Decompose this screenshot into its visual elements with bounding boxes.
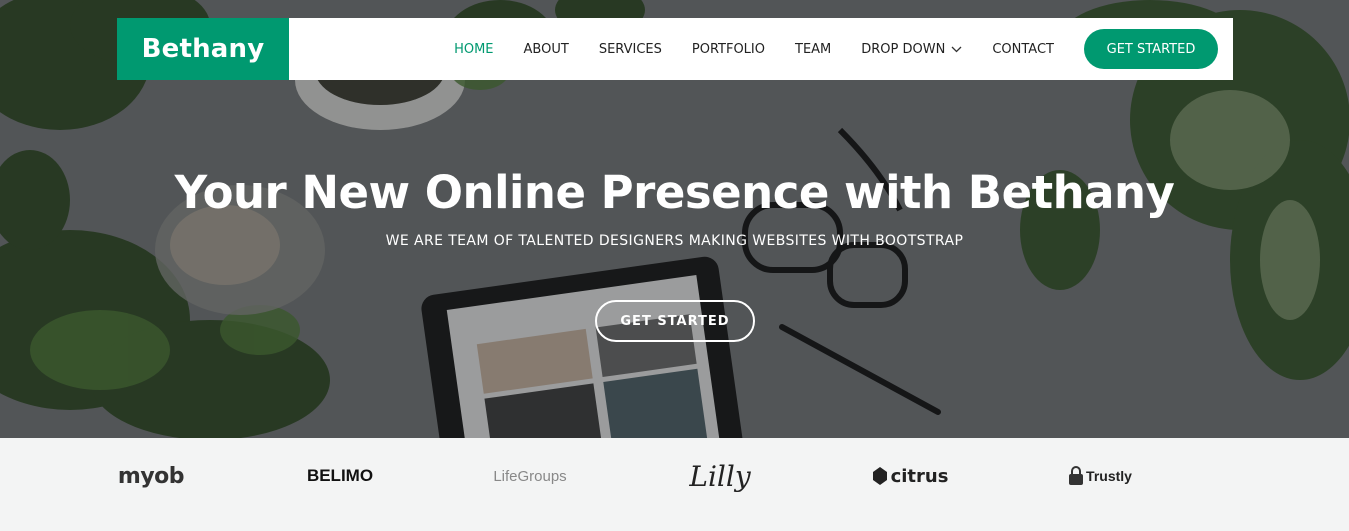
hero-subtitle: WE ARE TEAM OF TALENTED DESIGNERS MAKING…: [385, 233, 964, 249]
nav-services[interactable]: SERVICES: [599, 42, 662, 57]
client-myob-label: myob: [117, 463, 185, 489]
hero-section: Bethany HOME ABOUT SERVICES PORTFOLIO TE…: [0, 0, 1349, 438]
logo[interactable]: Bethany: [142, 34, 265, 64]
nav-about[interactable]: ABOUT: [524, 42, 569, 57]
client-belimo-label: BELIMO: [306, 466, 374, 485]
client-logo-myob[interactable]: myob: [110, 456, 192, 496]
get-started-nav-button[interactable]: GET STARTED: [1084, 29, 1218, 69]
nav-dropdown-label: DROP DOWN: [861, 41, 946, 57]
client-logo-citrus[interactable]: citrus: [870, 456, 950, 496]
client-logo-belimo[interactable]: BELIMO: [300, 456, 380, 496]
nav-team[interactable]: TEAM: [795, 42, 831, 57]
clients-section: myob BELIMO LifeGroups Lilly citrus Trus…: [0, 438, 1349, 531]
nav-dropdown[interactable]: DROP DOWN: [861, 42, 962, 57]
client-logo-lifegroups[interactable]: LifeGroups: [490, 456, 570, 496]
nav-portfolio[interactable]: PORTFOLIO: [692, 42, 765, 57]
main-nav: HOME ABOUT SERVICES PORTFOLIO TEAM DROP …: [454, 29, 1218, 69]
nav-contact[interactable]: CONTACT: [992, 42, 1054, 57]
client-lilly-label: Lilly: [689, 459, 751, 493]
nav-home[interactable]: HOME: [454, 42, 493, 57]
client-citrus-label: citrus: [890, 465, 949, 487]
chevron-down-icon: [951, 46, 962, 52]
lock-icon: [1069, 466, 1084, 485]
site-header: Bethany HOME ABOUT SERVICES PORTFOLIO TE…: [117, 18, 1233, 80]
get-started-hero-button[interactable]: GET STARTED: [595, 300, 755, 342]
client-logo-lilly[interactable]: Lilly: [680, 456, 760, 496]
hero-title: Your New Online Presence with Bethany: [174, 166, 1175, 219]
client-logo-trustly[interactable]: Trustly: [1060, 456, 1140, 496]
client-lifegroups-label: LifeGroups: [493, 467, 567, 485]
citrus-icon: [872, 467, 887, 485]
client-trustly-label: Trustly: [1086, 468, 1132, 484]
logo-box[interactable]: Bethany: [117, 18, 289, 80]
